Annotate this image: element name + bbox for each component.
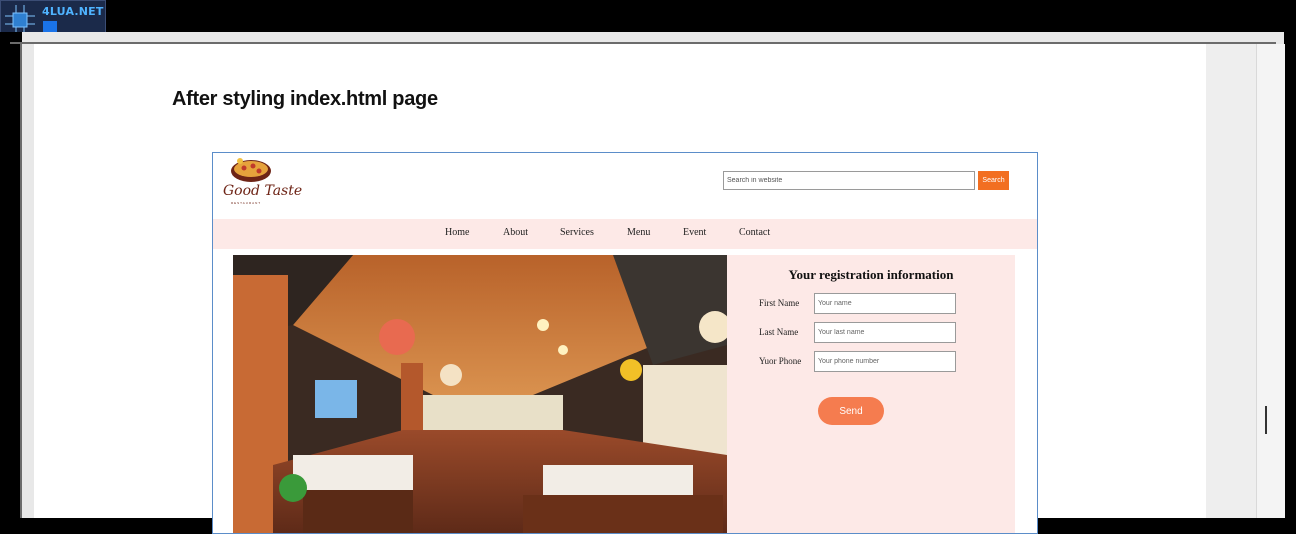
nav-item-home[interactable]: Home	[445, 227, 469, 238]
restaurant-interior-photo	[233, 255, 727, 533]
search-input[interactable]	[723, 171, 975, 190]
page-heading: After styling index.html page	[172, 88, 438, 110]
first-name-label: First Name	[759, 298, 800, 308]
website-screenshot: Good Taste RESTAURANT Search Home About …	[212, 152, 1038, 534]
page-right-gutter	[1206, 44, 1256, 518]
logo-tagline: RESTAURANT	[231, 201, 262, 205]
vertical-scrollbar[interactable]	[1256, 44, 1285, 518]
last-name-input[interactable]	[814, 322, 956, 343]
nav-item-about[interactable]: About	[503, 227, 528, 238]
registration-form: Your registration information First Name…	[727, 255, 1015, 533]
nav-item-event[interactable]: Event	[683, 227, 706, 238]
circuit-chip-icon	[5, 5, 35, 35]
right-margin	[1284, 32, 1296, 518]
logo-name: Good Taste	[223, 183, 303, 199]
watermark-brand-text: 4LUA.NET	[42, 5, 104, 18]
document-page: After styling index.html page Good Taste…	[34, 44, 1206, 534]
left-margin	[0, 32, 22, 518]
first-name-input[interactable]	[814, 293, 956, 314]
nav-item-contact[interactable]: Contact	[739, 227, 770, 238]
form-title: Your registration information	[788, 267, 954, 282]
top-black-bar	[0, 0, 1296, 32]
nav-item-menu[interactable]: Menu	[627, 227, 650, 238]
phone-label: Yuor Phone	[759, 356, 802, 366]
nav-bar: Home About Services Menu Event Contact	[213, 219, 1037, 249]
pizza-logo-icon	[231, 158, 271, 182]
phone-input[interactable]	[814, 351, 956, 372]
last-name-label: Last Name	[759, 327, 799, 337]
scrollbar-thumb[interactable]	[1265, 406, 1267, 434]
nav-item-services[interactable]: Services	[560, 227, 594, 238]
send-button[interactable]: Send	[818, 397, 884, 425]
frame-left-border	[20, 42, 22, 518]
search-button[interactable]: Search	[978, 171, 1009, 190]
